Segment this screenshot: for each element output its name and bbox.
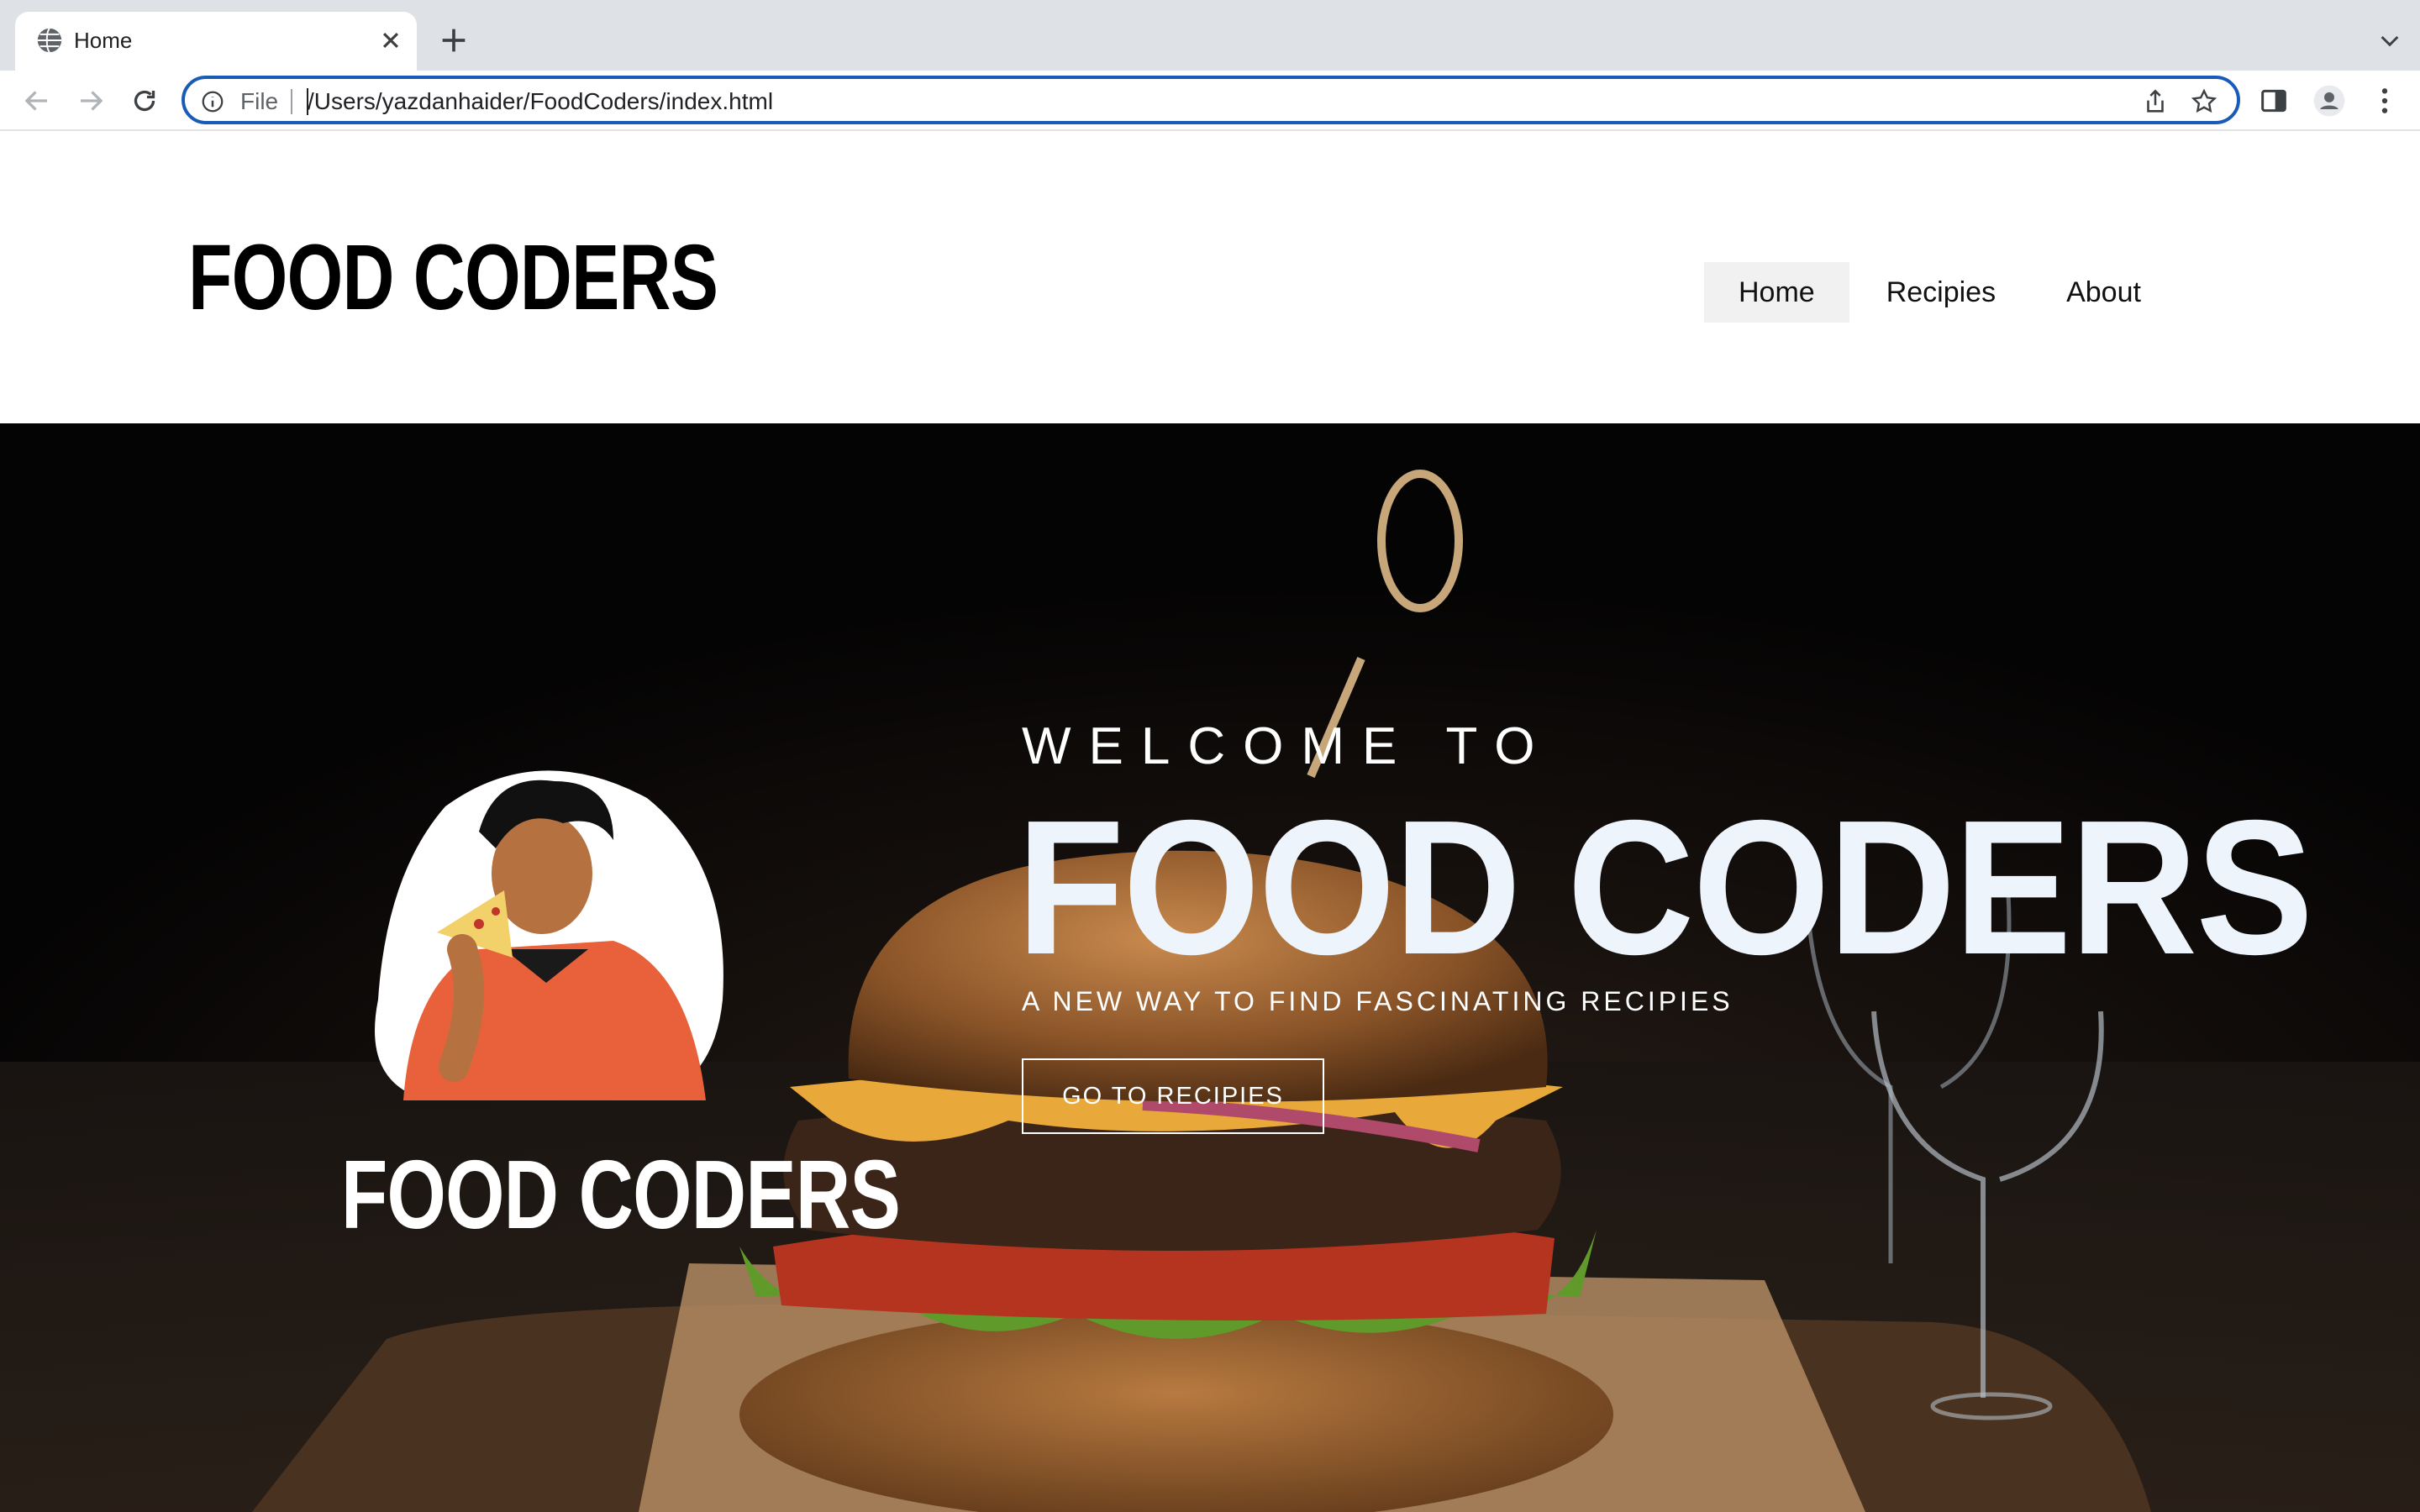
reload-icon[interactable]: [129, 86, 160, 116]
omnibox-separator: [291, 89, 292, 114]
chevron-down-icon[interactable]: [2376, 27, 2403, 54]
tab-title: Home: [74, 28, 133, 53]
close-icon[interactable]: [375, 24, 407, 56]
profile-icon[interactable]: [2312, 84, 2346, 118]
mascot-illustration: [375, 770, 723, 1100]
hero-title: FOOD CODERS: [1017, 781, 2313, 995]
plus-icon[interactable]: [437, 24, 471, 57]
star-icon[interactable]: [2190, 87, 2218, 116]
browser-tab-strip: Home: [0, 0, 2420, 71]
hero-welcome-text: WELCOME TO: [1022, 717, 1553, 775]
nav-link-about[interactable]: About: [2031, 262, 2175, 323]
go-to-recipies-button[interactable]: GO TO RECIPIES: [1022, 1058, 1324, 1134]
site-header: FOOD CODERS Home Recipies About: [0, 133, 2420, 423]
url-scheme-label: File: [240, 88, 279, 114]
kebab-menu-icon[interactable]: [2368, 84, 2402, 118]
info-icon[interactable]: [200, 89, 225, 114]
share-icon[interactable]: [2141, 87, 2170, 116]
url-text[interactable]: /Users/yazdanhaider/FoodCoders/index.htm…: [308, 87, 773, 116]
nav-link-recipies[interactable]: Recipies: [1849, 262, 2031, 323]
browser-toolbar: File /Users/yazdanhaider/FoodCoders/inde…: [0, 71, 2420, 131]
back-arrow-icon[interactable]: [22, 86, 52, 116]
nav-link-home[interactable]: Home: [1704, 262, 1849, 323]
side-panel-icon[interactable]: [2257, 84, 2291, 118]
mascot-brand-name: FOOD CODERS: [341, 1140, 901, 1249]
hero-tagline: A NEW WAY TO FIND FASCINATING RECIPIES: [1022, 986, 1733, 1016]
text-caret: [307, 88, 308, 115]
site-nav: Home Recipies About: [1704, 262, 2175, 323]
site-logo[interactable]: FOOD CODERS: [188, 232, 718, 324]
address-bar[interactable]: File /Users/yazdanhaider/FoodCoders/inde…: [182, 76, 2240, 124]
forward-arrow-icon[interactable]: [76, 86, 106, 116]
hero-section: FOOD CODERS WELCOME TO FOOD CODERS A NEW…: [0, 423, 2420, 1512]
globe-icon: [37, 28, 62, 53]
browser-tab[interactable]: Home: [15, 12, 417, 71]
